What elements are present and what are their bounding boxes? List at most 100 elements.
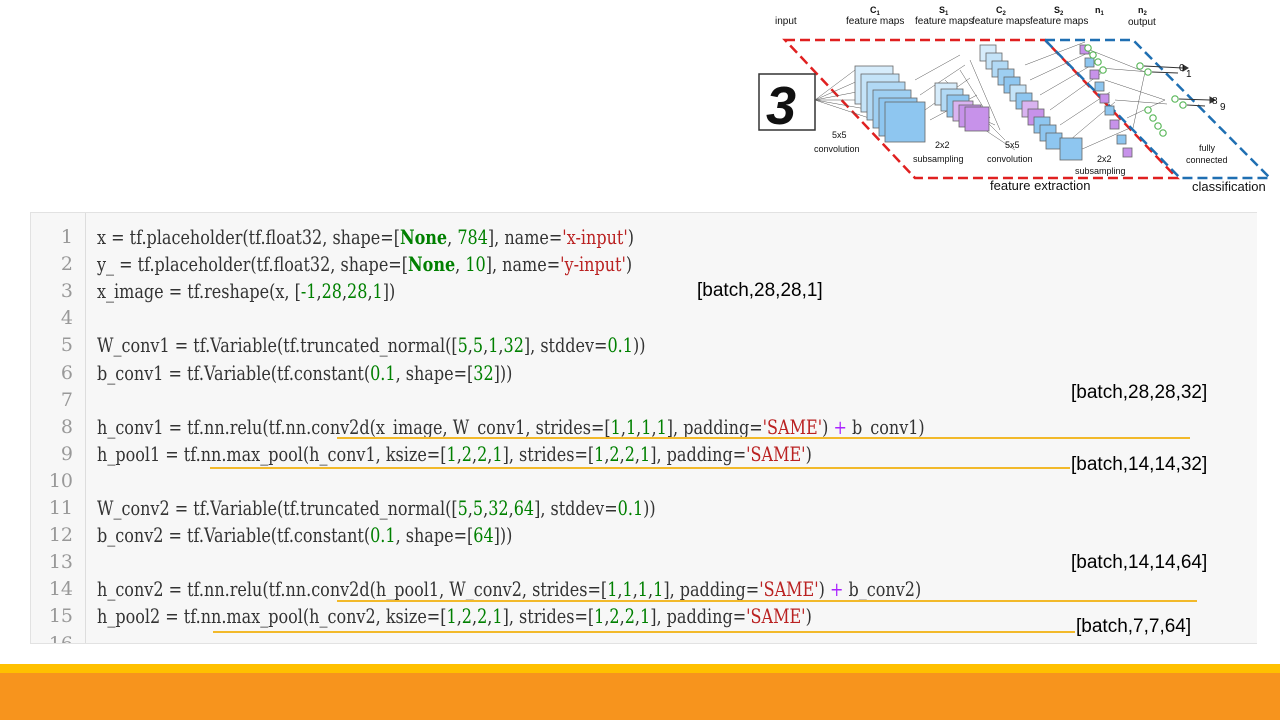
code-token: ) bbox=[805, 605, 812, 629]
code-token: 1 bbox=[640, 605, 651, 629]
code-token: ]) bbox=[382, 280, 396, 304]
code-token: 'x-input' bbox=[562, 226, 628, 249]
code-token: 32 bbox=[503, 334, 524, 358]
line-number: 5 bbox=[60, 334, 73, 357]
code-token: ], name= bbox=[485, 253, 561, 277]
line-number: 14 bbox=[48, 578, 73, 601]
label-n1: n1 bbox=[1095, 5, 1105, 17]
sub2-size: 2x2 bbox=[1097, 154, 1112, 164]
code-token: b_conv1 = tf.Variable(tf.constant( bbox=[97, 361, 371, 385]
code-token: x = tf.placeholder(tf.float32, shape=[ bbox=[97, 226, 400, 249]
code-token: 2 bbox=[461, 442, 472, 466]
code-token: 1 bbox=[622, 578, 633, 602]
code-token: y_ = tf.placeholder(tf.float32, shape=[ bbox=[97, 253, 408, 277]
code-line: b_conv1 = tf.Variable(tf.constant(0.1, s… bbox=[97, 360, 512, 387]
code-token: ) bbox=[822, 415, 834, 439]
code-token: , bbox=[455, 253, 466, 277]
line-number: 15 bbox=[48, 605, 73, 628]
code-token: W_conv1 = tf.Variable(tf.truncated_norma… bbox=[97, 334, 458, 358]
feature-extraction-label: feature extraction bbox=[990, 178, 1090, 193]
code-token: 1 bbox=[640, 442, 651, 466]
label-s2: S2 feature maps bbox=[1030, 5, 1088, 27]
footer-accent-line bbox=[0, 664, 1280, 673]
line-number: 16 bbox=[48, 632, 73, 644]
code-token: h_pool2 = tf.nn.max_pool(h_conv2, ksize=… bbox=[97, 605, 447, 629]
code-line: y_ = tf.placeholder(tf.float32, shape=[N… bbox=[97, 251, 632, 278]
line-number: 4 bbox=[60, 307, 73, 330]
code-line: x = tf.placeholder(tf.float32, shape=[No… bbox=[97, 224, 634, 251]
code-token: 1 bbox=[641, 415, 652, 439]
cnn-architecture-diagram: input C1 feature maps S1 feature maps C2… bbox=[758, 5, 1274, 194]
line-number: 8 bbox=[60, 415, 73, 438]
code-token: 0.1 bbox=[370, 524, 396, 548]
code-token: 'SAME' bbox=[762, 415, 823, 439]
label-input: input bbox=[775, 16, 797, 27]
code-token: 784 bbox=[457, 226, 488, 249]
code-token: 28 bbox=[321, 280, 342, 304]
svg-text:n2: n2 bbox=[1138, 5, 1148, 17]
line-number: 10 bbox=[48, 469, 73, 492]
line-number: 13 bbox=[48, 551, 73, 574]
code-line: x_image = tf.reshape(x, [-1,28,28,1]) bbox=[97, 278, 395, 305]
label-s1: S1 feature maps bbox=[915, 5, 973, 27]
line-number: 9 bbox=[60, 442, 73, 465]
code-token: b_conv2) bbox=[843, 578, 922, 602]
line-number: 11 bbox=[48, 497, 73, 519]
code-token: h_conv1 = tf.nn.relu(tf.nn.conv2d(x_imag… bbox=[97, 415, 611, 439]
output-label-9: 9 bbox=[1220, 102, 1226, 113]
input-digit: 3 bbox=[766, 76, 796, 136]
code-token: 1 bbox=[372, 280, 383, 304]
code-token: 1 bbox=[594, 605, 605, 629]
code-token: b_conv2 = tf.Variable(tf.constant( bbox=[97, 524, 371, 548]
output-label-0: 0 bbox=[1179, 63, 1185, 74]
code-line: b_conv2 = tf.Variable(tf.constant(0.1, s… bbox=[97, 522, 512, 549]
code-token: None bbox=[399, 226, 448, 249]
code-token: ], padding= bbox=[666, 415, 763, 439]
code-line: W_conv2 = tf.Variable(tf.truncated_norma… bbox=[97, 495, 656, 522]
code-token: 1 bbox=[656, 415, 667, 439]
code-token: ], strides=[ bbox=[502, 605, 595, 629]
code-token: 64 bbox=[473, 524, 494, 548]
code-token: 28 bbox=[347, 280, 368, 304]
code-token: 2 bbox=[624, 442, 635, 466]
code-token: ], padding= bbox=[650, 605, 747, 629]
sub1-label: subsampling bbox=[913, 154, 964, 164]
svg-text:output: output bbox=[1128, 17, 1156, 28]
line-number: 6 bbox=[60, 361, 73, 384]
code-token: 0.1 bbox=[370, 361, 396, 385]
svg-text:feature maps: feature maps bbox=[972, 16, 1030, 27]
code-token: 'y-input' bbox=[560, 253, 626, 277]
line-number: 2 bbox=[60, 253, 73, 276]
s2-feature-maps bbox=[1079, 44, 1133, 158]
code-token: ) bbox=[627, 226, 635, 249]
code-line: h_pool2 = tf.nn.max_pool(h_conv2, ksize=… bbox=[97, 603, 812, 630]
annotation-conv2-shape: [batch,14,14,64] bbox=[1071, 552, 1208, 573]
code-token: 1 bbox=[492, 605, 503, 629]
sub1-size: 2x2 bbox=[935, 140, 950, 150]
line-number-gutter: 1 2 3 4 5 6 7 8 9 10 11 12 13 14 15 16 bbox=[31, 213, 86, 643]
code-editor-panel: 1 2 3 4 5 6 7 8 9 10 11 12 13 14 15 16 x = tf.placehold… bbox=[30, 212, 1257, 644]
annotation-pool1-shape: [batch,14,14,32] bbox=[1071, 454, 1208, 475]
sub2-label: subsampling bbox=[1075, 166, 1126, 176]
code-token: 64 bbox=[513, 497, 535, 520]
code-token: 1 bbox=[653, 578, 664, 602]
fc-label-1: fully bbox=[1199, 143, 1216, 153]
code-token: )) bbox=[643, 497, 656, 520]
code-token: 32 bbox=[488, 497, 509, 520]
underline-conv2 bbox=[337, 600, 1197, 602]
svg-text:feature maps: feature maps bbox=[846, 16, 904, 27]
conv1-size: 5x5 bbox=[832, 130, 847, 140]
line-number: 12 bbox=[48, 524, 73, 547]
label-c2: C2 feature maps bbox=[972, 5, 1030, 27]
line-number: 7 bbox=[60, 388, 73, 411]
annotation-reshape-shape: [batch,28,28,1] bbox=[697, 280, 823, 301]
code-token: 0.1 bbox=[607, 334, 633, 358]
code-token: None bbox=[407, 253, 456, 277]
code-token: W_conv2 = tf.Variable(tf.truncated_norma… bbox=[97, 497, 458, 520]
underline-conv1 bbox=[337, 437, 1190, 439]
code-token: h_conv2 = tf.nn.relu(tf.nn.conv2d(h_pool… bbox=[97, 578, 608, 602]
code-token: -1 bbox=[300, 280, 317, 304]
code-token: 5 bbox=[457, 334, 468, 358]
code-token: 1 bbox=[610, 415, 621, 439]
classification-label: classification bbox=[1192, 179, 1266, 194]
